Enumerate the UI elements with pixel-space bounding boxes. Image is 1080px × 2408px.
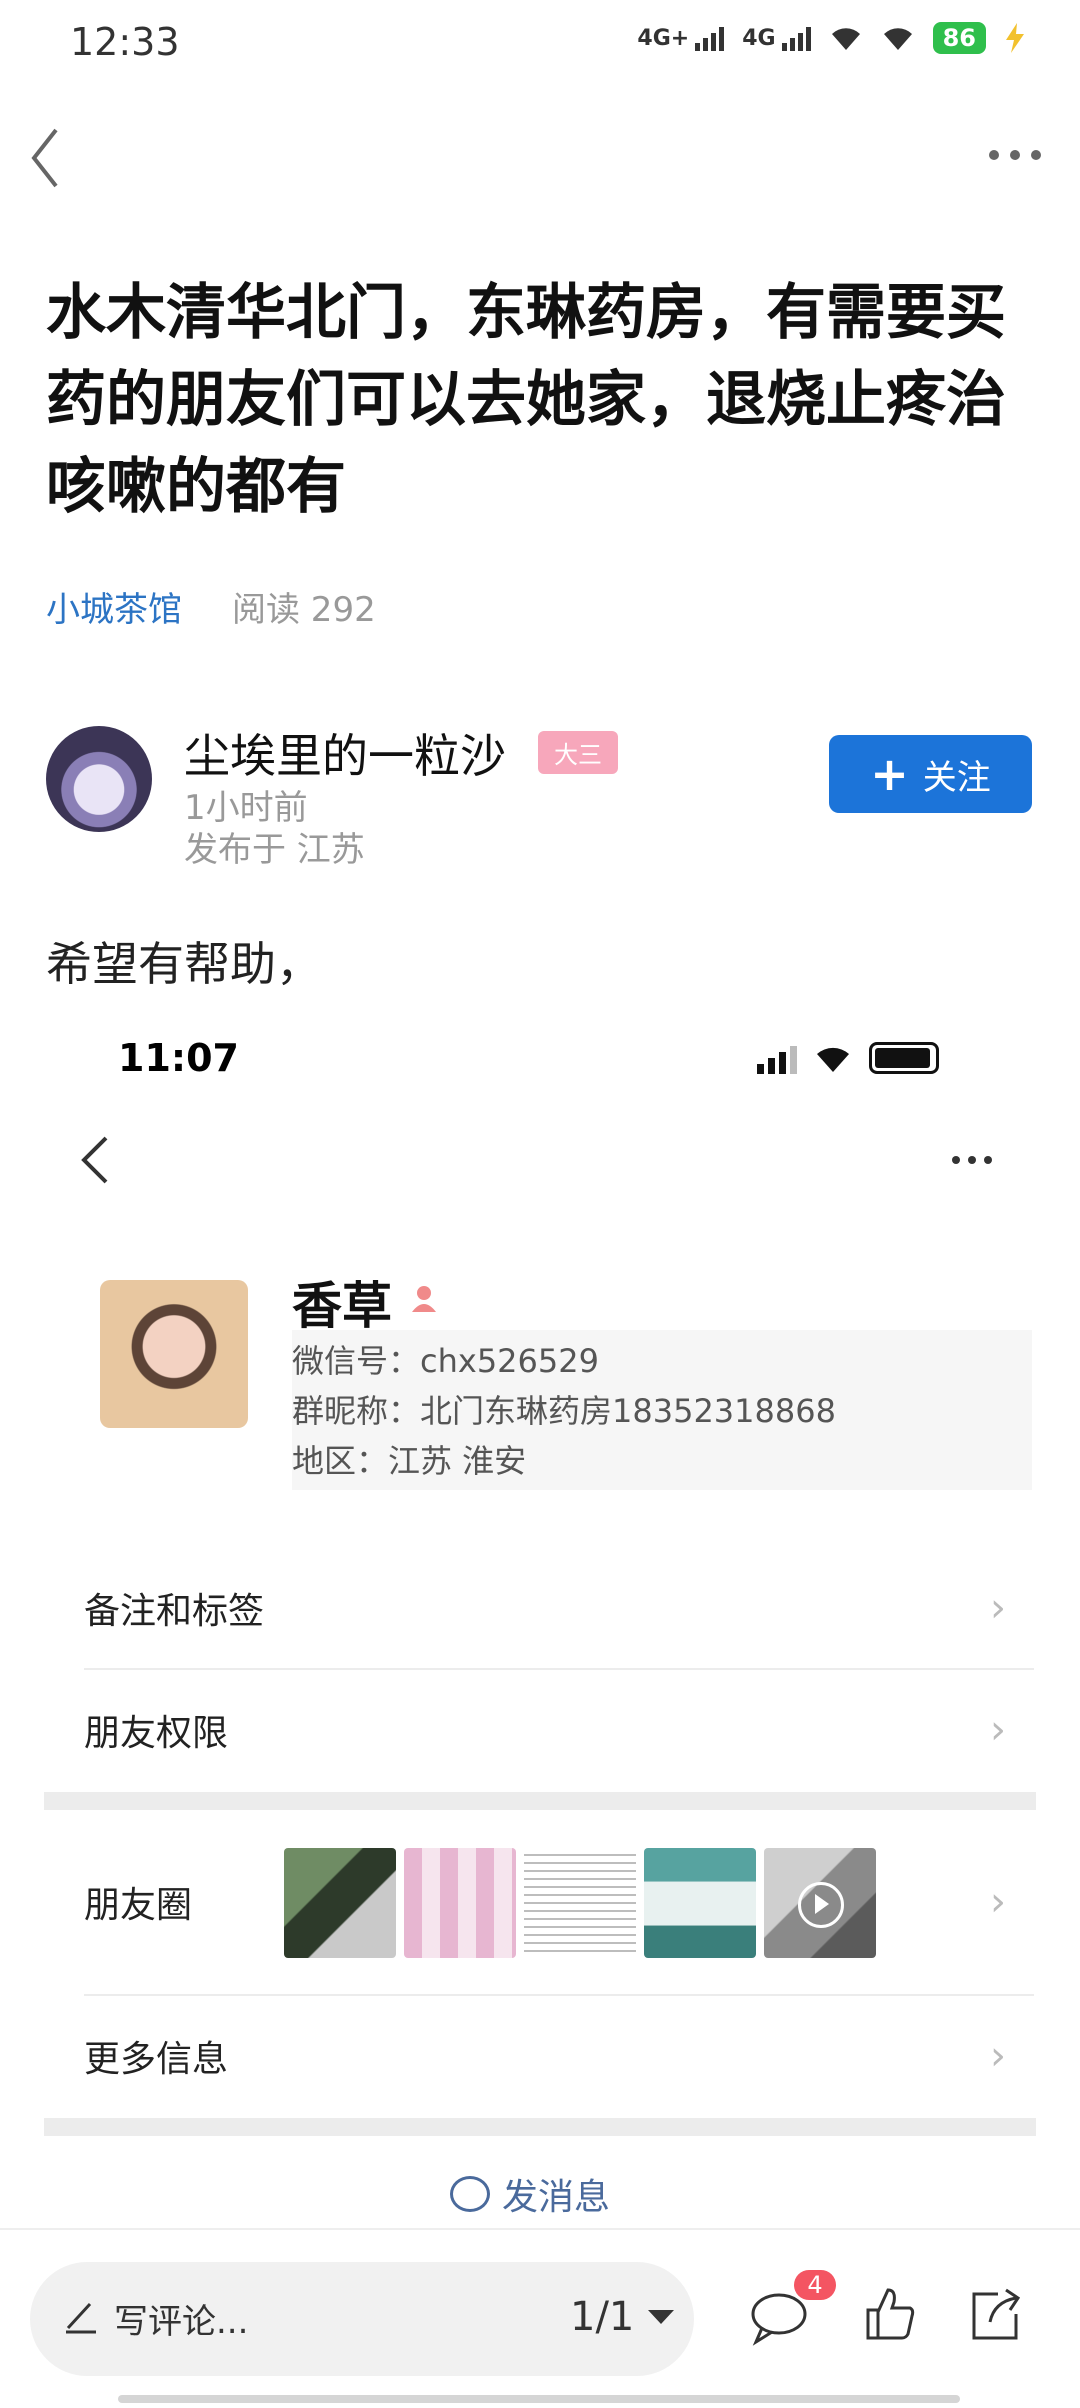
moment-thumbnail bbox=[524, 1848, 636, 1958]
moments-thumbnails bbox=[284, 1848, 876, 1958]
bottom-divider bbox=[0, 2228, 1080, 2230]
embedded-status-icons bbox=[757, 1042, 939, 1074]
back-icon bbox=[81, 1136, 108, 1184]
home-indicator bbox=[118, 2395, 960, 2403]
chevron-right-icon: › bbox=[990, 2033, 1006, 2079]
comment-icon[interactable] bbox=[748, 2290, 810, 2346]
comment-placeholder[interactable]: 写评论... bbox=[114, 2294, 248, 2343]
post-body: 希望有帮助， bbox=[46, 937, 322, 991]
view-count: 阅读 292 bbox=[232, 590, 376, 630]
play-icon bbox=[798, 1882, 844, 1928]
moment-thumbnail bbox=[644, 1848, 756, 1958]
author-badge: 大三 bbox=[538, 731, 618, 774]
wifi-icon bbox=[817, 1047, 849, 1072]
battery-icon bbox=[869, 1042, 939, 1074]
contact-name: 香草 bbox=[292, 1277, 392, 1335]
moment-thumbnail bbox=[404, 1848, 516, 1958]
row-friend-permissions: 朋友权限 › bbox=[84, 1707, 1006, 1754]
status-icons: 4G+ 4G 86 bbox=[637, 22, 1026, 54]
follow-label: 关注 bbox=[922, 757, 991, 798]
page-number: 1/1 bbox=[570, 2294, 635, 2340]
post-title: 水木清华北门，东琳药房，有需要买药的朋友们可以去她家，退烧止疼治咳嗽的都有 bbox=[46, 278, 1006, 522]
plus-icon: + bbox=[870, 747, 909, 801]
like-icon[interactable] bbox=[864, 2286, 918, 2342]
signal-icon: 4G+ bbox=[637, 26, 725, 51]
wifi-icon-2 bbox=[883, 28, 912, 50]
send-message-button: 发消息 bbox=[450, 2168, 610, 2220]
moment-thumbnail bbox=[764, 1848, 876, 1958]
row-more-info: 更多信息 › bbox=[84, 2033, 1006, 2080]
chevron-right-icon: › bbox=[990, 1879, 1006, 1925]
section-gap bbox=[44, 1792, 1036, 1810]
page-selector[interactable]: 1/1 bbox=[570, 2294, 675, 2340]
signal-icon-2: 4G bbox=[742, 26, 811, 51]
pencil-icon bbox=[66, 2302, 96, 2334]
post-meta: 小城茶馆 阅读 292 bbox=[46, 582, 376, 631]
moment-thumbnail bbox=[284, 1848, 396, 1958]
signal-icon bbox=[757, 1046, 797, 1074]
embedded-status-time: 11:07 bbox=[118, 1036, 239, 1080]
wifi-icon bbox=[831, 28, 860, 50]
region: 地区：江苏 淮安 bbox=[292, 1442, 527, 1480]
section-gap bbox=[44, 2118, 1036, 2136]
chat-bubble-icon bbox=[450, 2176, 490, 2212]
comment-count-badge: 4 bbox=[794, 2270, 836, 2300]
back-icon[interactable] bbox=[28, 118, 88, 198]
contact-avatar bbox=[100, 1280, 248, 1428]
status-time: 12:33 bbox=[70, 20, 180, 64]
post-location: 发布于 江苏 bbox=[184, 830, 365, 870]
wechat-id: 微信号：chx526529 bbox=[292, 1342, 599, 1380]
battery-level: 86 bbox=[932, 22, 986, 54]
chevron-right-icon: › bbox=[990, 1585, 1006, 1631]
chevron-down-icon bbox=[648, 2310, 675, 2324]
author-name[interactable]: 尘埃里的一粒沙 bbox=[184, 720, 506, 786]
more-icon bbox=[952, 1156, 992, 1164]
chevron-right-icon: › bbox=[990, 1707, 1006, 1753]
share-icon[interactable] bbox=[968, 2284, 1024, 2344]
group-nickname: 群昵称：北门东琳药房18352318868 bbox=[292, 1392, 836, 1430]
circle-link[interactable]: 小城茶馆 bbox=[46, 582, 182, 631]
charging-icon bbox=[1006, 23, 1024, 53]
follow-button[interactable]: + 关注 bbox=[829, 735, 1032, 813]
gender-icon bbox=[412, 1286, 436, 1312]
more-icon[interactable] bbox=[980, 130, 1050, 180]
author-avatar[interactable] bbox=[46, 726, 152, 832]
row-remarks-tags: 备注和标签 › bbox=[84, 1585, 1006, 1632]
